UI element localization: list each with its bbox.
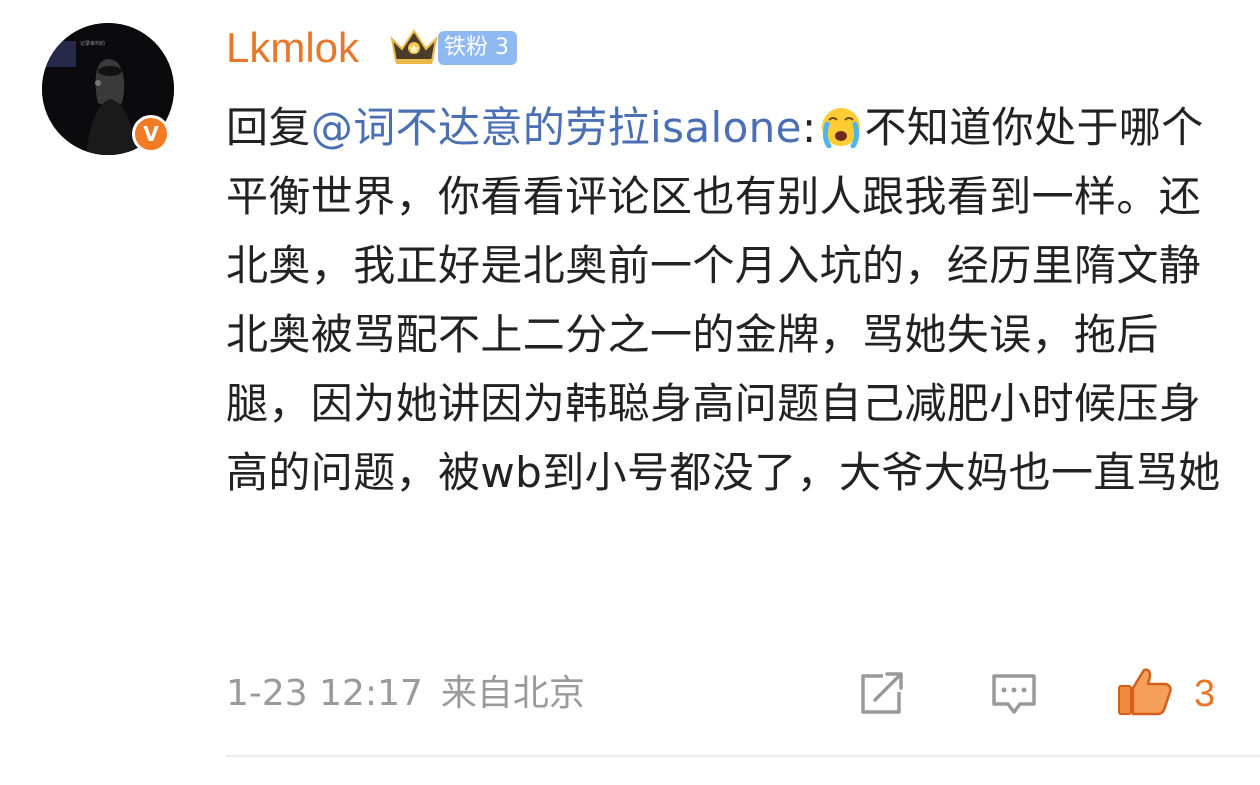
reply-prefix: 回复	[226, 103, 311, 152]
comment-body: 不知道你处于哪个平衡世界，你看看评论区也有别人跟我看到一样。还北奥，我正好是北奥…	[226, 103, 1221, 497]
comment-icon[interactable]	[988, 670, 1040, 720]
avatar-caption: 记录审判的	[80, 40, 105, 47]
share-icon[interactable]	[855, 670, 907, 718]
like-count[interactable]: 3	[1194, 668, 1215, 720]
crying-emoji-icon	[821, 108, 860, 148]
fan-badge[interactable]: 铁粉 3	[438, 31, 517, 65]
timestamp: 1-23 12:17	[226, 673, 423, 714]
comment-text: 回复@词不达意的劳拉isalone: 不知道你处于哪个平衡世界，你看看评论区也有…	[226, 93, 1226, 507]
separator: :	[801, 103, 817, 152]
divider	[226, 755, 1260, 757]
crown-icon	[390, 29, 438, 64]
mention-link[interactable]: @词不达意的劳拉isalone	[311, 103, 802, 152]
location: 来自北京	[440, 673, 585, 714]
verified-badge: V	[132, 115, 170, 153]
comment-meta: 1-23 12:17 来自北京	[226, 668, 585, 720]
thumbs-up-icon[interactable]	[1116, 666, 1174, 718]
username[interactable]: Lkmlok	[226, 22, 359, 74]
